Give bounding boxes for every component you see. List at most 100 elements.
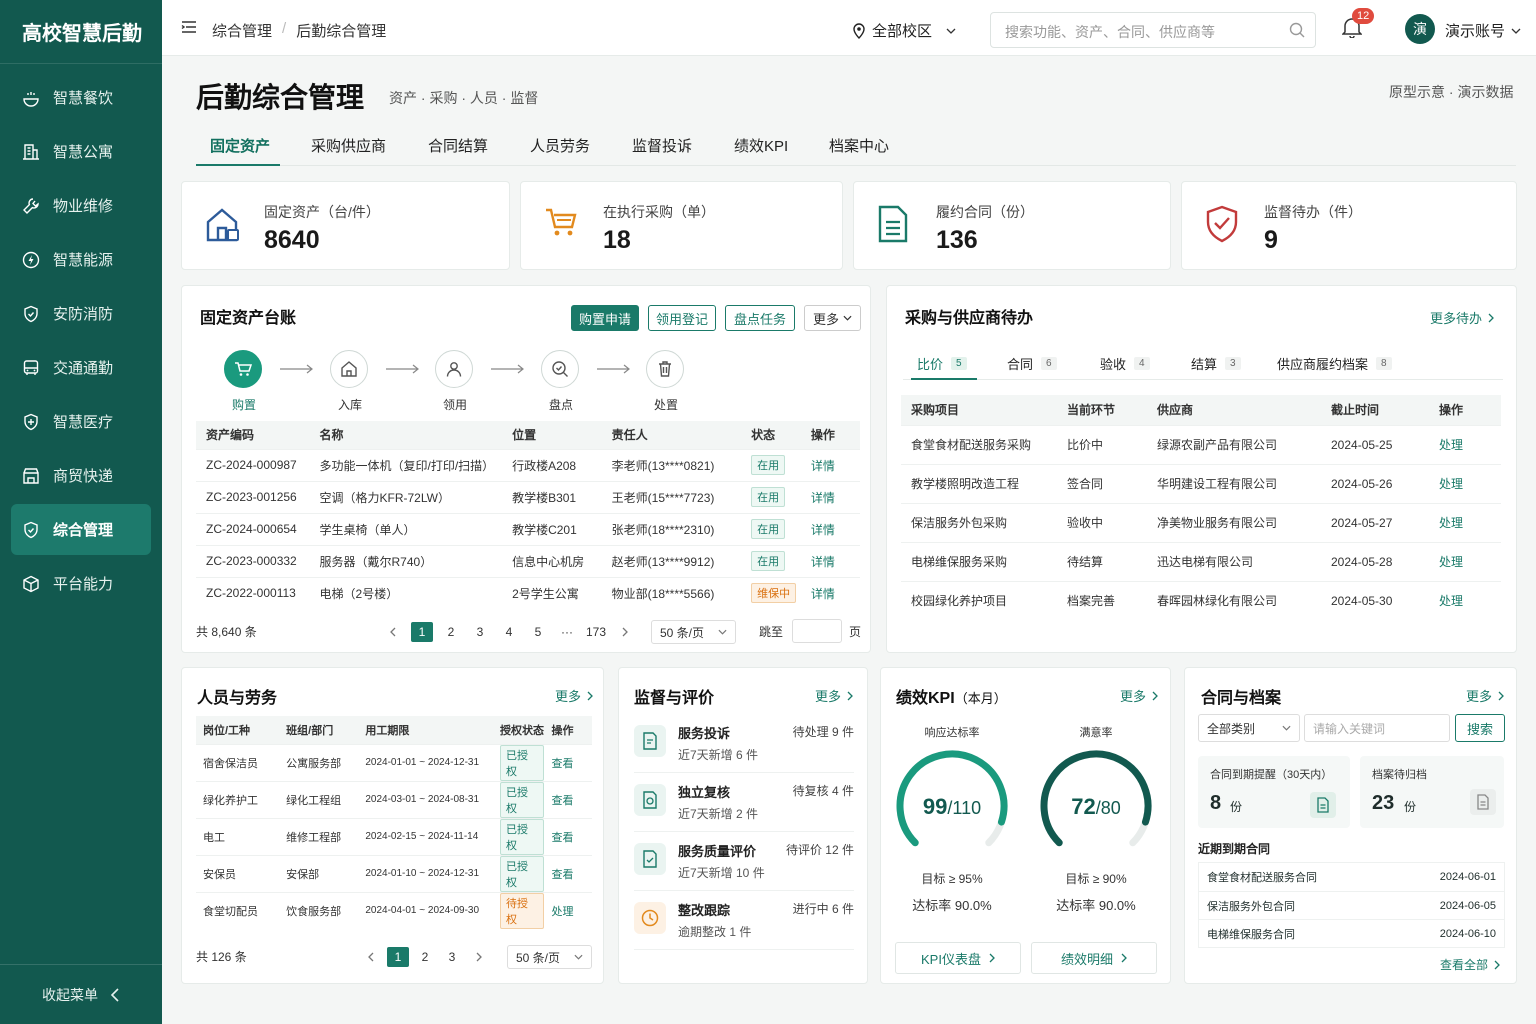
table-row[interactable]: 保洁服务外包采购 验收中 净美物业服务有限公司 2024-05-27 处理 bbox=[901, 502, 1501, 542]
recent-contract-row[interactable]: 电梯维保服务合同 2024-06-10 bbox=[1199, 919, 1504, 947]
expire-reminder-box[interactable]: 合同到期提醒（30天内） 8 份 bbox=[1198, 756, 1350, 828]
row-action-link[interactable]: 查看 bbox=[551, 832, 573, 844]
tab-item[interactable]: 绩效KPI bbox=[734, 135, 788, 156]
process-link[interactable]: 处理 bbox=[1439, 555, 1463, 569]
page-number[interactable]: 5 bbox=[527, 622, 549, 642]
notification-bell-icon[interactable]: 12 bbox=[1342, 8, 1375, 38]
breadcrumb-item[interactable]: 综合管理 bbox=[212, 20, 272, 41]
procurement-tab[interactable]: 验收 4 bbox=[1100, 354, 1150, 373]
kpi-detail-button[interactable]: 绩效明细 bbox=[1031, 942, 1157, 974]
view-all-link[interactable]: 查看全部 bbox=[1440, 956, 1500, 973]
page-number[interactable]: 2 bbox=[440, 622, 462, 642]
page-number[interactable]: 1 bbox=[387, 946, 409, 967]
flow-step[interactable]: 领用 bbox=[435, 350, 475, 413]
stat-card[interactable]: 监督待办（件） 9 bbox=[1181, 181, 1517, 270]
table-row[interactable]: 绿化养护工 绿化工程组 2024-03-01 ~ 2024-08-31 已授权 查看 bbox=[196, 780, 592, 818]
inventory-task-button[interactable]: 盘点任务 bbox=[725, 305, 795, 331]
tab-item[interactable]: 采购供应商 bbox=[311, 135, 386, 156]
search-icon[interactable] bbox=[1289, 22, 1305, 38]
sidebar-item[interactable]: 智慧公寓 bbox=[11, 126, 151, 177]
contract-more-link[interactable]: 更多 bbox=[1466, 686, 1504, 705]
sidebar-item[interactable]: 物业维修 bbox=[11, 180, 151, 231]
row-action-link[interactable]: 查看 bbox=[551, 758, 573, 770]
sidebar-item[interactable]: 智慧餐饮 bbox=[11, 72, 151, 123]
page-number[interactable]: 4 bbox=[498, 622, 520, 642]
flow-step[interactable]: 处置 bbox=[646, 350, 686, 413]
process-link[interactable]: 处理 bbox=[1439, 438, 1463, 452]
staff-more-link[interactable]: 更多 bbox=[555, 686, 593, 705]
table-row[interactable]: 食堂食材配送服务采购 比价中 绿源农副产品有限公司 2024-05-25 处理 bbox=[901, 424, 1501, 464]
page-number[interactable]: 3 bbox=[441, 947, 463, 967]
stat-card[interactable]: 固定资产（台/件） 8640 bbox=[181, 181, 510, 270]
kpi-more-link[interactable]: 更多 bbox=[1120, 686, 1158, 705]
supervision-item[interactable]: 独立复核 近7天新增 2 件 待复核 4 件 bbox=[634, 774, 854, 832]
flow-step[interactable]: 入库 bbox=[330, 350, 370, 413]
menu-toggle-icon[interactable] bbox=[181, 20, 197, 34]
table-row[interactable]: 电梯维保服务采购 待结算 迅达电梯有限公司 2024-05-28 处理 bbox=[901, 541, 1501, 581]
procurement-tab[interactable]: 结算 3 bbox=[1191, 354, 1241, 373]
page-size-select[interactable]: 50 条/页 bbox=[651, 620, 736, 644]
table-row[interactable]: 教学楼照明改造工程 签合同 华明建设工程有限公司 2024-05-26 处理 bbox=[901, 463, 1501, 503]
next-page-icon[interactable] bbox=[468, 947, 490, 967]
collapse-menu-button[interactable]: 收起菜单 bbox=[0, 964, 162, 1024]
sidebar-item[interactable]: 商贸快递 bbox=[11, 450, 151, 501]
more-todo-link[interactable]: 更多待办 bbox=[1430, 308, 1494, 327]
category-select[interactable]: 全部类别 bbox=[1198, 714, 1300, 742]
next-page-icon[interactable] bbox=[614, 622, 636, 642]
kpi-dashboard-button[interactable]: KPI仪表盘 bbox=[895, 942, 1021, 974]
detail-link[interactable]: 详情 bbox=[811, 587, 835, 601]
table-row[interactable]: ZC-2024-000987 多功能一体机（复印/打印/扫描） 行政楼A208 李老师… bbox=[196, 448, 860, 481]
page-number[interactable]: 2 bbox=[414, 947, 436, 967]
table-row[interactable]: 电工 维修工程部 2024-02-15 ~ 2024-11-14 已授权 查看 bbox=[196, 817, 592, 855]
detail-link[interactable]: 详情 bbox=[811, 491, 835, 505]
sidebar-item[interactable]: 智慧能源 bbox=[11, 234, 151, 285]
supervision-item[interactable]: 服务质量评价 近7天新增 10 件 待评价 12 件 bbox=[634, 833, 854, 891]
supervision-item[interactable]: 整改跟踪 逾期整改 1 件 进行中 6 件 bbox=[634, 892, 854, 950]
sidebar-item[interactable]: 智慧医疗 bbox=[11, 396, 151, 447]
tab-item[interactable]: 固定资产 bbox=[210, 135, 270, 156]
table-row[interactable]: ZC-2022-000113 电梯（2号楼） 2号学生公寓 物业部(18****556… bbox=[196, 576, 860, 609]
flow-step[interactable]: 盘点 bbox=[541, 350, 581, 413]
process-link[interactable]: 处理 bbox=[1439, 594, 1463, 608]
tab-item[interactable]: 档案中心 bbox=[829, 135, 889, 156]
row-action-link[interactable]: 处理 bbox=[551, 906, 573, 918]
recent-contract-row[interactable]: 保洁服务外包合同 2024-06-05 bbox=[1199, 891, 1504, 919]
supervision-more-link[interactable]: 更多 bbox=[815, 686, 853, 705]
detail-link[interactable]: 详情 bbox=[811, 459, 835, 473]
sidebar-item[interactable]: 综合管理 bbox=[11, 504, 151, 555]
purchase-apply-button[interactable]: 购置申请 bbox=[571, 305, 639, 331]
table-row[interactable]: ZC-2023-001256 空调（格力KFR-72LW） 教学楼B301 王老师(1… bbox=[196, 480, 860, 513]
account-menu[interactable]: 演示账号 bbox=[1445, 20, 1521, 41]
table-row[interactable]: 校园绿化养护项目 档案完善 春晖园林绿化有限公司 2024-05-30 处理 bbox=[901, 580, 1501, 620]
supervision-item[interactable]: 服务投诉 近7天新增 6 件 待处理 9 件 bbox=[634, 715, 854, 773]
procurement-tab[interactable]: 供应商履约档案 8 bbox=[1277, 354, 1392, 373]
prev-page-icon[interactable] bbox=[360, 947, 382, 967]
staff-page-size-select[interactable]: 50 条/页 bbox=[507, 945, 592, 969]
sidebar-item[interactable]: 交通通勤 bbox=[11, 342, 151, 393]
flow-step[interactable]: 购置 bbox=[224, 350, 264, 413]
tab-item[interactable]: 监督投诉 bbox=[632, 135, 692, 156]
tab-item[interactable]: 合同结算 bbox=[428, 135, 488, 156]
table-row[interactable]: ZC-2023-000332 服务器（戴尔R740） 信息中心机房 赵老师(13***… bbox=[196, 544, 860, 577]
tab-item[interactable]: 人员劳务 bbox=[530, 135, 590, 156]
global-search-input[interactable]: 搜索功能、资产、合同、供应商等 bbox=[990, 12, 1316, 48]
detail-link[interactable]: 详情 bbox=[811, 523, 835, 537]
recent-contract-row[interactable]: 食堂食材配送服务合同 2024-06-01 bbox=[1199, 863, 1504, 891]
keyword-input[interactable]: 请输入关键词 bbox=[1304, 714, 1450, 742]
detail-link[interactable]: 详情 bbox=[811, 555, 835, 569]
process-link[interactable]: 处理 bbox=[1439, 516, 1463, 530]
procurement-tab[interactable]: 比价 5 bbox=[917, 354, 967, 373]
more-actions-button[interactable]: 更多 bbox=[804, 305, 861, 331]
stat-card[interactable]: 履约合同（份） 136 bbox=[853, 181, 1171, 270]
table-row[interactable]: 食堂切配员 饮食服务部 2024-04-01 ~ 2024-09-30 待授权 处理 bbox=[196, 891, 592, 929]
page-number[interactable]: 173 bbox=[585, 622, 607, 642]
sidebar-item[interactable]: 安防消防 bbox=[11, 288, 151, 339]
jump-page-input[interactable] bbox=[792, 619, 842, 643]
process-link[interactable]: 处理 bbox=[1439, 477, 1463, 491]
stat-card[interactable]: 在执行采购（单） 18 bbox=[520, 181, 843, 270]
contract-search-button[interactable]: 搜索 bbox=[1455, 714, 1505, 742]
avatar[interactable]: 演 bbox=[1405, 14, 1435, 44]
table-row[interactable]: ZC-2024-000654 学生桌椅（单人） 教学楼C201 张老师(18****2… bbox=[196, 512, 860, 545]
row-action-link[interactable]: 查看 bbox=[551, 869, 573, 881]
sidebar-item[interactable]: 平台能力 bbox=[11, 558, 151, 609]
